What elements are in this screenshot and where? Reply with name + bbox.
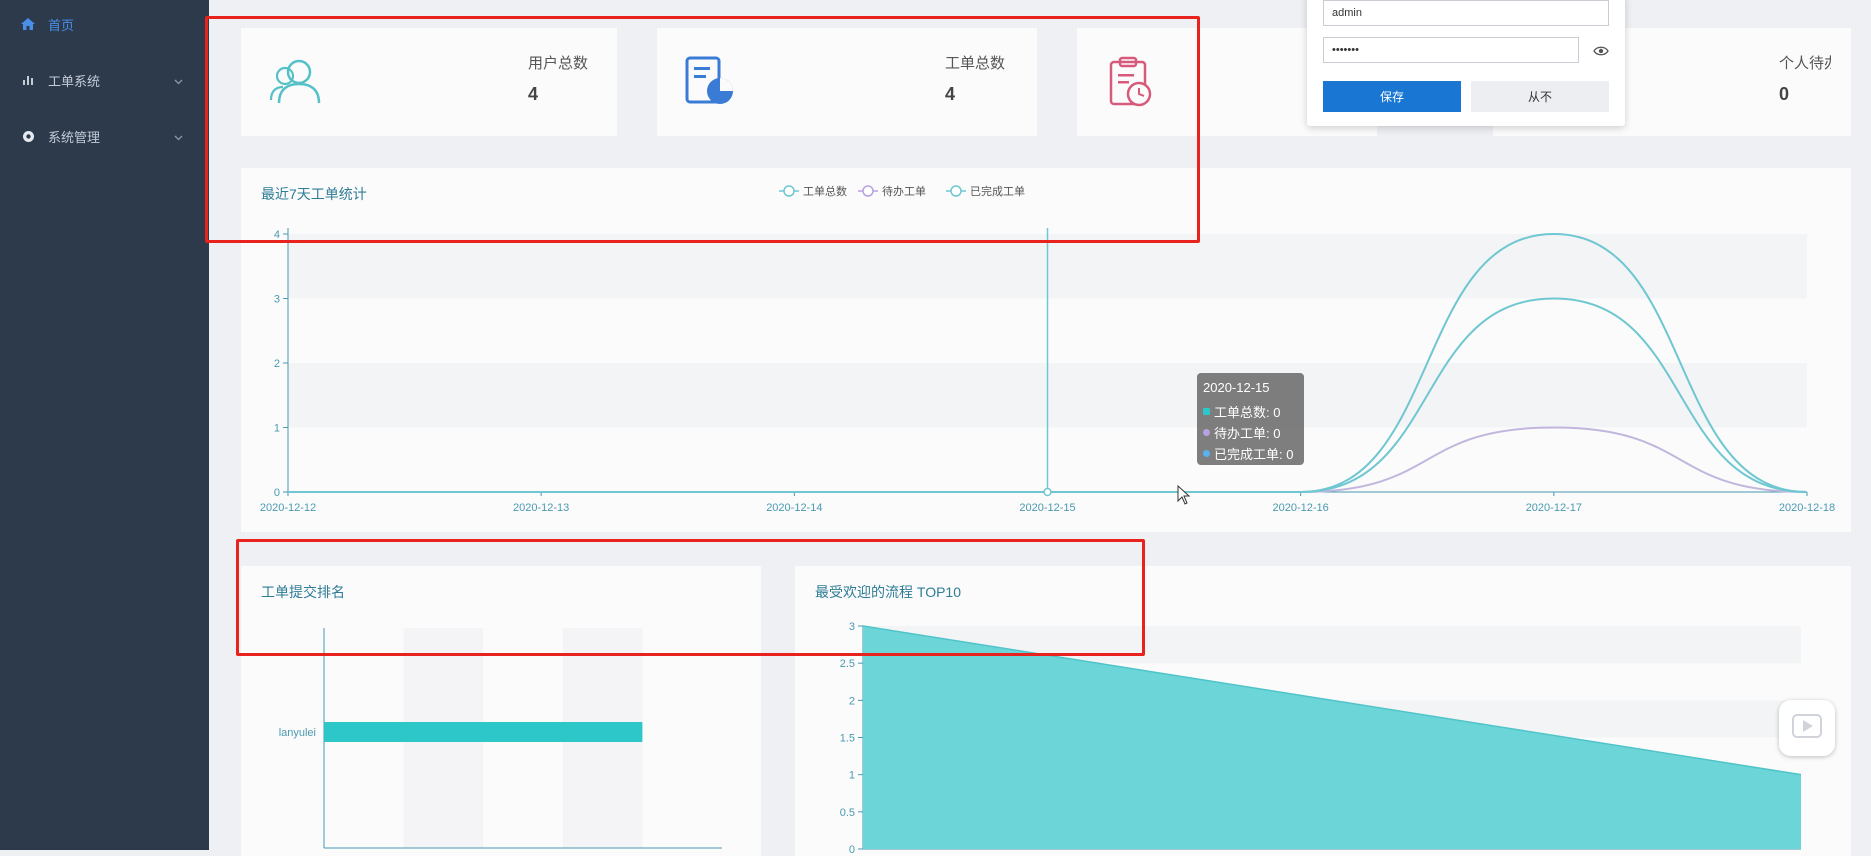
settings-icon [20, 128, 36, 144]
stat-label: 用户总数 [528, 55, 589, 72]
password-field[interactable]: ••••••• [1323, 37, 1579, 63]
tooltip-date: 2020-12-15 [1203, 380, 1270, 395]
sidebar-item-home[interactable]: 首页 [0, 4, 209, 44]
tooltip-row-label: 工单总数: 0 [1214, 405, 1281, 420]
stat-value: 4 [945, 84, 956, 104]
video-play-button[interactable] [1779, 700, 1835, 756]
chevron-down-icon [174, 129, 183, 144]
y-tick-label: 0.5 [840, 807, 855, 819]
legend-marker [950, 185, 962, 197]
legend-item: 工单总数 [779, 184, 847, 198]
y-tick-label: 0 [274, 487, 280, 499]
y-tick-label: 0 [849, 844, 855, 856]
mouse-cursor-icon [1177, 484, 1191, 510]
area-chart-panel: 最受欢迎的流程 TOP10 0 0.5 1 1.5 2 2.5 3 [795, 566, 1851, 856]
legend-item: 已完成工单 [946, 184, 1025, 198]
data-point [1043, 487, 1052, 497]
show-password-eye-icon[interactable] [1593, 44, 1609, 62]
sidebar-item-label: 首页 [48, 17, 75, 33]
legend-item: 待办工单 [858, 184, 926, 198]
legend-label: 已完成工单 [970, 184, 1025, 198]
sidebar-item-label: 系统管理 [48, 129, 101, 145]
stat-value: 4 [528, 84, 539, 104]
line-chart: 0 1 2 3 4 2020-12-12 2020-12-13 2020-12-14 2020-… [260, 184, 1835, 514]
x-tick-label: 2020-12-14 [766, 502, 822, 514]
play-icon [1791, 710, 1823, 747]
y-tick-label: 1 [849, 770, 855, 782]
y-tick-label: 2 [274, 358, 280, 370]
x-tick-label: 2020-12-16 [1273, 502, 1329, 514]
x-tick-label: 2020-12-13 [513, 502, 569, 514]
tooltip-row: 待办工单: 0 [1203, 423, 1280, 442]
y-tick-label: 3 [274, 294, 280, 306]
bar-chart-panel: 工单提交排名 lanyulei [241, 566, 761, 856]
chart-tooltip: 2020-12-15 工单总数: 0 待办工单: 0 已完成工单: 0 [1197, 373, 1304, 465]
tooltip-row-label: 待办工单: 0 [1214, 426, 1281, 441]
legend-swatch [1203, 450, 1210, 457]
y-tick-label: 4 [274, 229, 280, 241]
y-tick-label: 2.5 [840, 658, 855, 670]
x-tick-label: 2020-12-15 [1019, 502, 1075, 514]
chevron-down-icon [174, 73, 183, 88]
y-tick-label: lanyulei [279, 727, 316, 739]
sidebar-item-system[interactable]: 系统管理 [0, 116, 209, 156]
grid-band [642, 628, 722, 848]
save-password-button[interactable]: 保存 [1323, 81, 1461, 112]
area-chart: 0 0.5 1 1.5 2 2.5 3 [840, 621, 1802, 856]
sidebar: 首页 工单系统 系统管理 [0, 0, 209, 850]
users-icon [269, 58, 321, 109]
sidebar-item-label: 工单系统 [48, 73, 101, 89]
y-tick-label: 2 [849, 695, 855, 707]
home-icon [20, 16, 36, 32]
stat-label: 个人待办 [1779, 55, 1831, 72]
legend-label: 待办工单 [882, 184, 926, 198]
order-report-icon [685, 56, 737, 113]
legend-marker [862, 185, 874, 197]
never-save-button[interactable]: 从不 [1471, 81, 1609, 112]
legend-swatch [1203, 429, 1210, 436]
password-save-popup: admin ••••••• 保存 从不 [1307, 0, 1625, 126]
clipboard-clock-icon [1109, 56, 1153, 113]
bar [324, 722, 643, 742]
stat-value: 0 [1779, 84, 1790, 104]
line-chart-panel: 最近7天工单统计 0 1 2 3 4 2020-12-12 2020-12-13 2020-1… [241, 168, 1851, 532]
tooltip-row-label: 已完成工单: 0 [1214, 447, 1294, 462]
legend-swatch [1203, 408, 1210, 415]
y-tick-label: 3 [849, 621, 855, 633]
stat-card-users: 用户总数 4 [241, 28, 617, 136]
sidebar-item-orders[interactable]: 工单系统 [0, 60, 209, 100]
x-tick-label: 2020-12-17 [1526, 502, 1582, 514]
bar-chart: lanyulei [279, 628, 722, 849]
legend-label: 工单总数 [803, 184, 847, 198]
username-field[interactable]: admin [1323, 0, 1609, 26]
stat-label: 工单总数 [945, 55, 1006, 72]
stat-card-orders: 工单总数 4 [657, 28, 1037, 136]
x-tick-label: 2020-12-12 [260, 502, 316, 514]
y-tick-label: 1.5 [840, 733, 855, 745]
legend-marker [783, 185, 795, 197]
tooltip-row: 已完成工单: 0 [1203, 444, 1293, 463]
x-tick-label: 2020-12-18 [1779, 502, 1835, 514]
tooltip-row: 工单总数: 0 [1203, 402, 1280, 421]
y-tick-label: 1 [274, 423, 280, 435]
chart-icon [20, 72, 36, 88]
